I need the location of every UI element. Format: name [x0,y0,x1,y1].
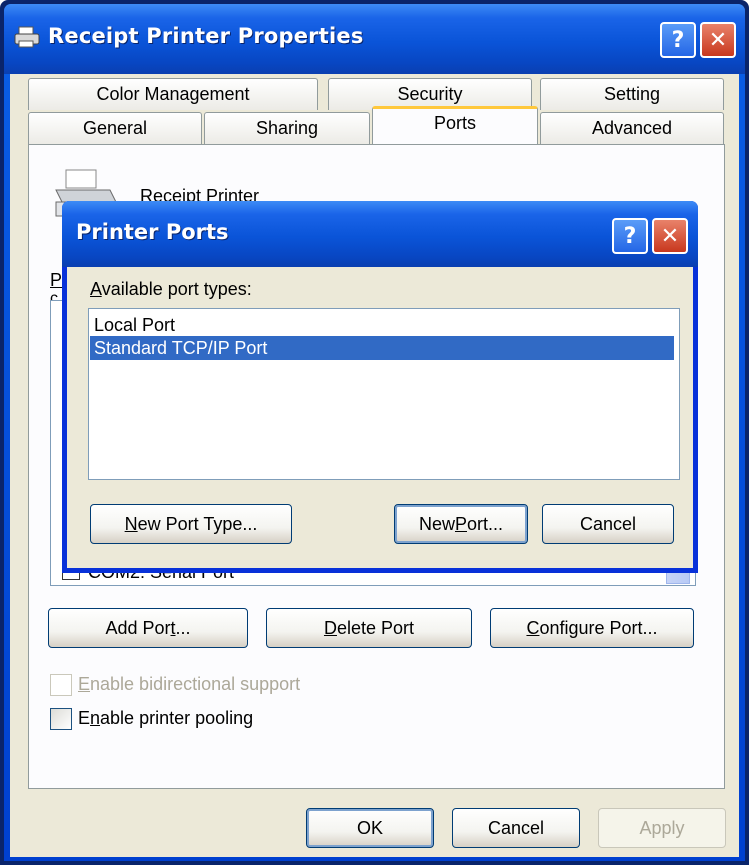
button-label: ... [175,617,191,638]
label-text: able printer pooling [100,708,254,728]
tab-color-management[interactable]: Color Management [28,78,318,110]
accelerator-key: A [90,279,102,299]
accelerator-key: N [124,513,138,534]
new-port-type-button[interactable]: New Port Type... [90,504,292,544]
ok-button[interactable]: OK [306,808,434,848]
accelerator-key: n [90,708,101,728]
button-label: elete Port [336,617,415,638]
button-label: New [418,513,455,534]
tab-sharing[interactable]: Sharing [204,112,370,144]
tab-setting[interactable]: Setting [540,78,724,110]
close-button[interactable]: ✕ [700,22,736,58]
port-type-local[interactable]: Local Port [90,313,674,337]
button-label: onfigure Port... [539,617,658,638]
accelerator-key: E [78,674,91,694]
delete-port-button[interactable]: Delete Port [266,608,472,648]
button-label: Cancel [579,513,637,534]
cancel-button[interactable]: Cancel [452,808,580,848]
button-label: Cancel [487,817,545,838]
pooling-label: Enable printer pooling [78,708,253,729]
label-text: E [78,708,91,728]
accelerator-key: C [526,617,540,638]
help-icon: ? [623,223,637,249]
help-button[interactable]: ? [660,22,696,58]
bidirectional-label: Enable bidirectional support [78,674,300,695]
button-label: OK [356,817,383,838]
tab-advanced[interactable]: Advanced [540,112,724,144]
available-port-types-label: Available port types: [90,279,252,300]
dialog-close-button[interactable]: ✕ [652,218,688,254]
configure-port-button[interactable]: Configure Port... [490,608,694,648]
close-icon: ✕ [660,223,680,249]
dialog-help-button[interactable]: ? [612,218,648,254]
window-title: Receipt Printer Properties [48,24,364,48]
dialog-cancel-button[interactable]: Cancel [542,504,674,544]
label-text: nable bidirectional support [90,674,301,694]
port-types-list[interactable]: Local Port Standard TCP/IP Port [88,308,680,480]
tab-ports[interactable]: Ports [372,106,538,144]
button-label: Apply [639,817,685,838]
button-label: ew Port Type... [137,513,258,534]
pooling-checkbox[interactable] [50,708,72,730]
button-label: Add Por [105,617,171,638]
partial-label: P [50,270,63,290]
port-type-standard-tcpip[interactable]: Standard TCP/IP Port [90,336,674,360]
accelerator-key: P [454,513,467,534]
button-label: ort... [467,513,504,534]
help-icon: ? [671,27,685,53]
label-text: vailable port types: [101,279,252,299]
new-port-button[interactable]: New Port... [394,504,528,544]
tab-general[interactable]: General [28,112,202,144]
close-icon: ✕ [708,27,728,53]
add-port-button[interactable]: Add Por t... [48,608,248,648]
apply-button[interactable]: Apply [598,808,726,848]
printer-icon [14,26,40,48]
accelerator-key: D [323,617,337,638]
bidirectional-checkbox[interactable] [50,674,72,696]
dialog-title: Printer Ports [76,220,229,244]
